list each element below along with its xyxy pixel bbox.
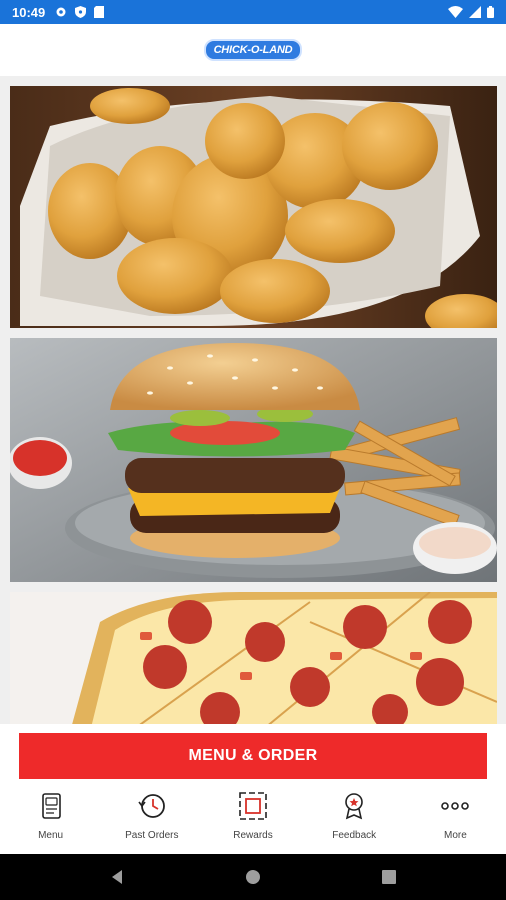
gear-icon	[56, 7, 66, 17]
nav-label-rewards: Rewards	[233, 830, 273, 841]
promo-tile-nuggets[interactable]	[10, 86, 497, 328]
nav-item-more[interactable]: More	[405, 786, 506, 854]
promo-feed[interactable]	[0, 76, 506, 724]
promo-tile-pizza[interactable]	[10, 592, 497, 724]
home-icon[interactable]	[245, 869, 261, 885]
rewards-icon	[239, 792, 267, 820]
nav-label-past-orders: Past Orders	[125, 830, 179, 841]
nav-label-feedback: Feedback	[332, 830, 377, 841]
bottom-nav: Menu Past Orders Rewards Feedback More	[0, 786, 506, 854]
menu-order-button[interactable]: MENU & ORDER	[19, 733, 487, 779]
wifi-icon	[448, 6, 463, 18]
sim-card-icon	[94, 6, 105, 18]
back-icon[interactable]	[109, 869, 125, 885]
system-nav-bar	[0, 854, 506, 900]
chicken-nuggets-image	[10, 86, 497, 328]
nav-label-menu: Menu	[38, 830, 64, 841]
battery-icon	[487, 6, 494, 18]
burger-image	[10, 338, 497, 582]
history-icon	[138, 794, 165, 818]
recents-icon[interactable]	[381, 869, 397, 885]
nav-item-rewards[interactable]: Rewards	[202, 786, 303, 854]
nav-item-past-orders[interactable]: Past Orders	[101, 786, 202, 854]
status-time: 10:49	[12, 4, 46, 20]
nav-item-menu[interactable]: Menu	[0, 786, 101, 854]
menu-icon	[41, 793, 61, 819]
nav-label-more: More	[444, 830, 467, 841]
more-icon	[441, 802, 470, 810]
promo-tile-burger[interactable]	[10, 338, 497, 582]
brand-logo: CHICK-O-LAND	[203, 39, 303, 61]
nav-item-feedback[interactable]: Feedback	[304, 786, 405, 854]
feedback-icon	[345, 793, 364, 820]
cta-container: MENU & ORDER	[0, 724, 506, 786]
status-bar: 10:49	[0, 0, 506, 24]
signal-icon	[469, 6, 481, 18]
app-header: CHICK-O-LAND	[0, 24, 506, 76]
pizza-image	[10, 592, 497, 724]
shield-icon	[75, 6, 87, 18]
